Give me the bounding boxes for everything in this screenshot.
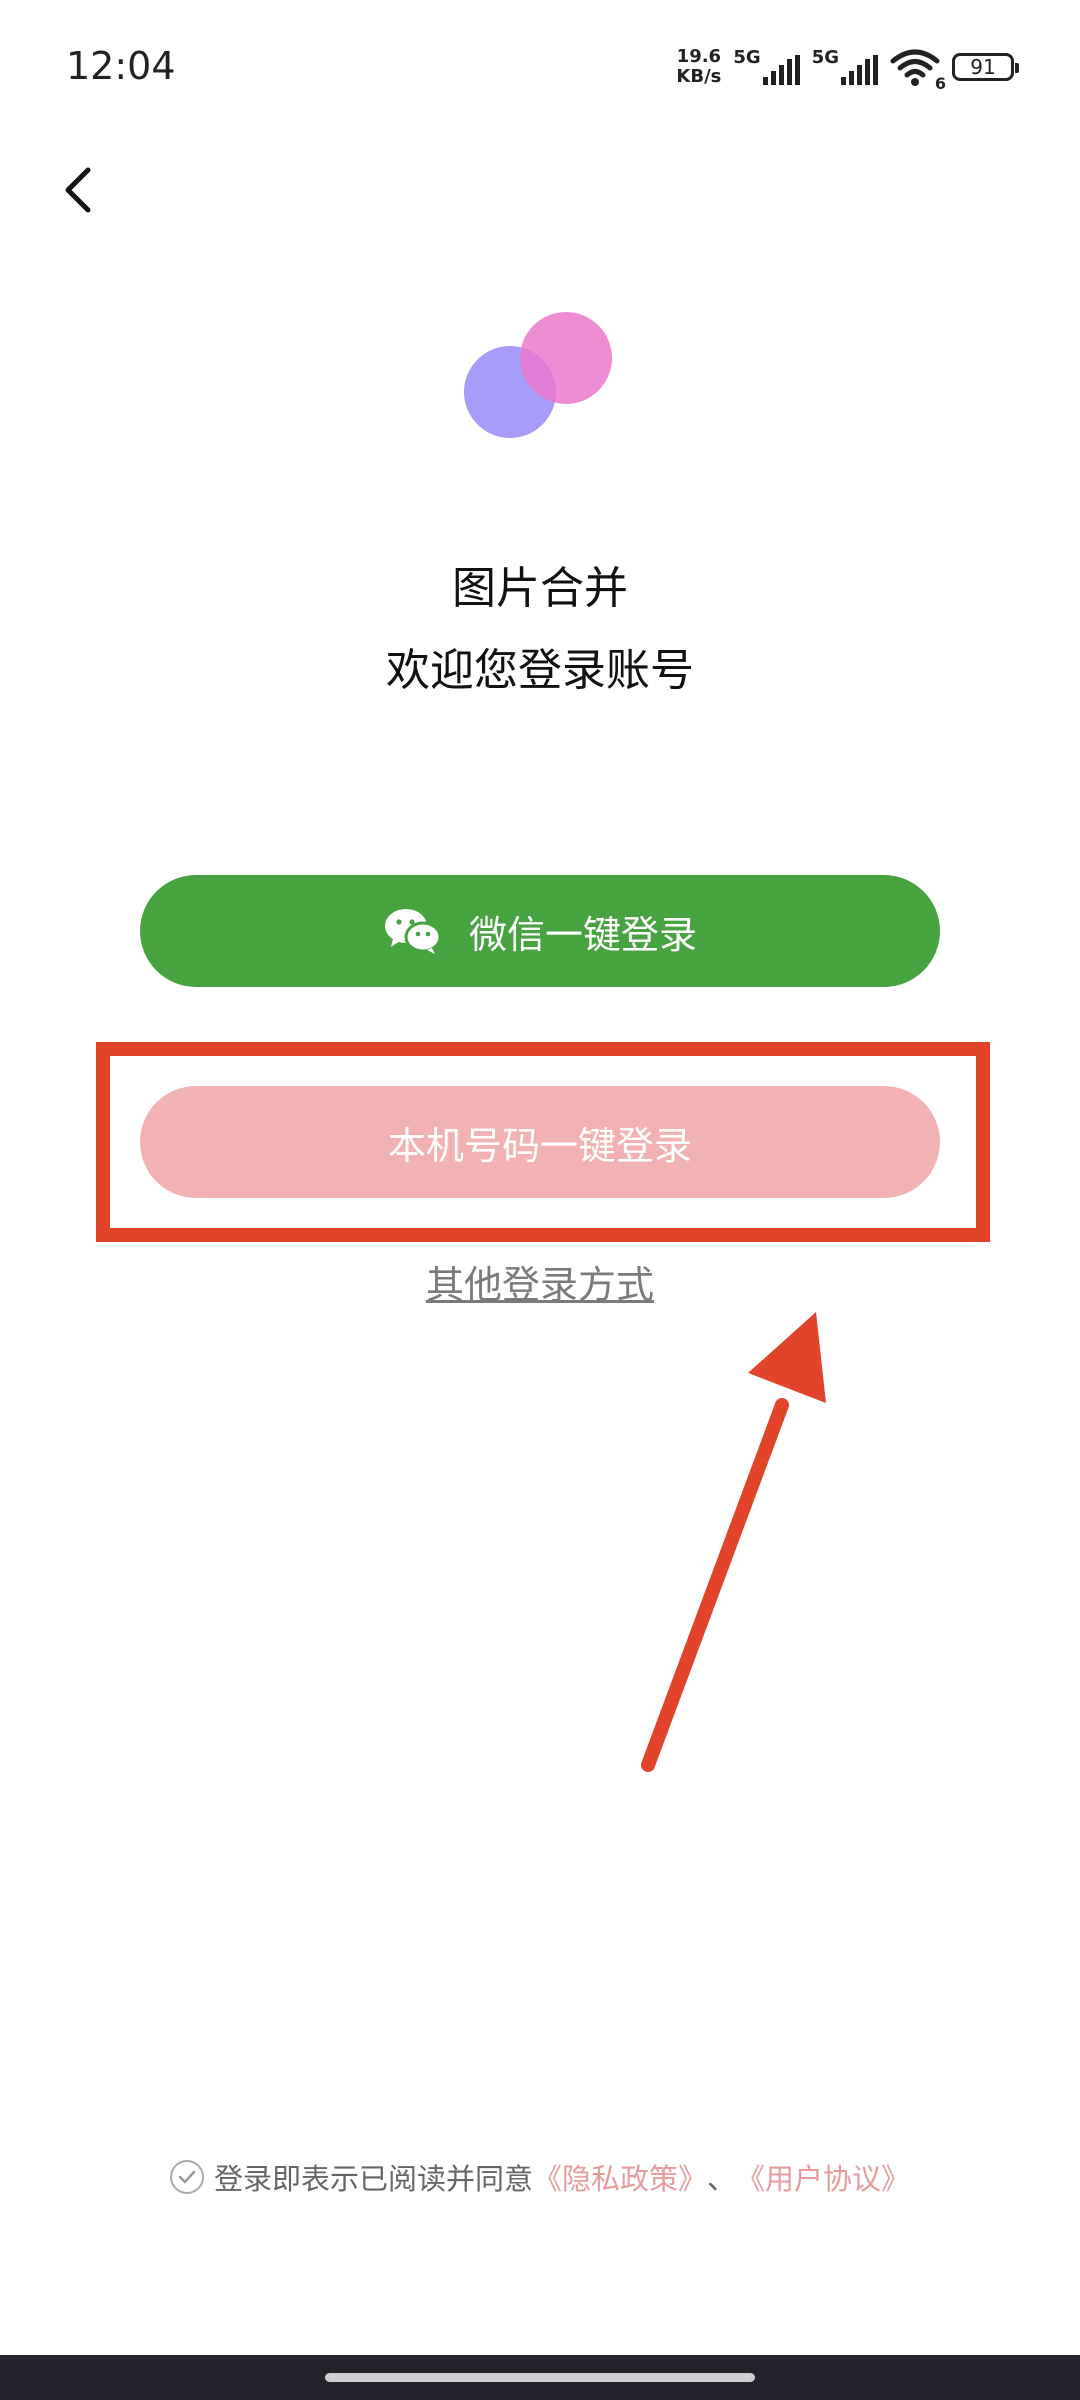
terms-separator: 、	[707, 2162, 737, 2196]
network-speed-unit: KB/s	[676, 66, 722, 87]
network-speed: 19.6 KB/s	[676, 47, 721, 87]
chevron-left-icon	[65, 167, 91, 213]
network-speed-value: 19.6	[676, 46, 722, 67]
other-login-row: 其他登录方式	[0, 1254, 1080, 1309]
app-logo	[464, 312, 614, 442]
user-agreement-link[interactable]: 《用户协议》	[736, 2156, 910, 2198]
wifi-badge: 6	[934, 74, 946, 93]
battery-level: 91	[970, 55, 996, 79]
terms-row: 登录即表示已阅读并同意 《隐私政策》 、 《用户协议》	[0, 2156, 1080, 2198]
wifi-icon: 6	[890, 47, 946, 93]
status-time: 12:04	[66, 44, 176, 88]
wechat-login-button[interactable]: 微信一键登录	[140, 875, 940, 987]
sim2-label: 5G	[811, 47, 839, 68]
sim1-label: 5G	[733, 47, 761, 68]
terms-text: 登录即表示已阅读并同意	[213, 2162, 533, 2196]
status-icons: 19.6 KB/s 5G 5G 6 91	[676, 40, 1019, 94]
wechat-login-label: 微信一键登录	[468, 912, 697, 957]
welcome-text: 欢迎您登录账号	[386, 645, 694, 696]
other-login-link[interactable]: 其他登录方式	[426, 1263, 654, 1307]
agree-checkbox[interactable]	[169, 2160, 204, 2194]
home-gesture-handle[interactable]	[325, 2373, 755, 2382]
app-name: 图片合并	[452, 563, 628, 614]
sim1-signal-icon: 5G	[733, 47, 800, 85]
back-button[interactable]	[40, 150, 120, 230]
highlight-annotation-box	[96, 1042, 990, 1242]
privacy-policy-link[interactable]: 《隐私政策》	[533, 2156, 707, 2198]
sim2-signal-icon: 5G	[812, 49, 878, 85]
battery-icon: 91	[952, 53, 1019, 81]
check-icon	[178, 2170, 196, 2184]
wechat-icon	[384, 909, 442, 954]
logo-circle-pink	[520, 312, 612, 404]
